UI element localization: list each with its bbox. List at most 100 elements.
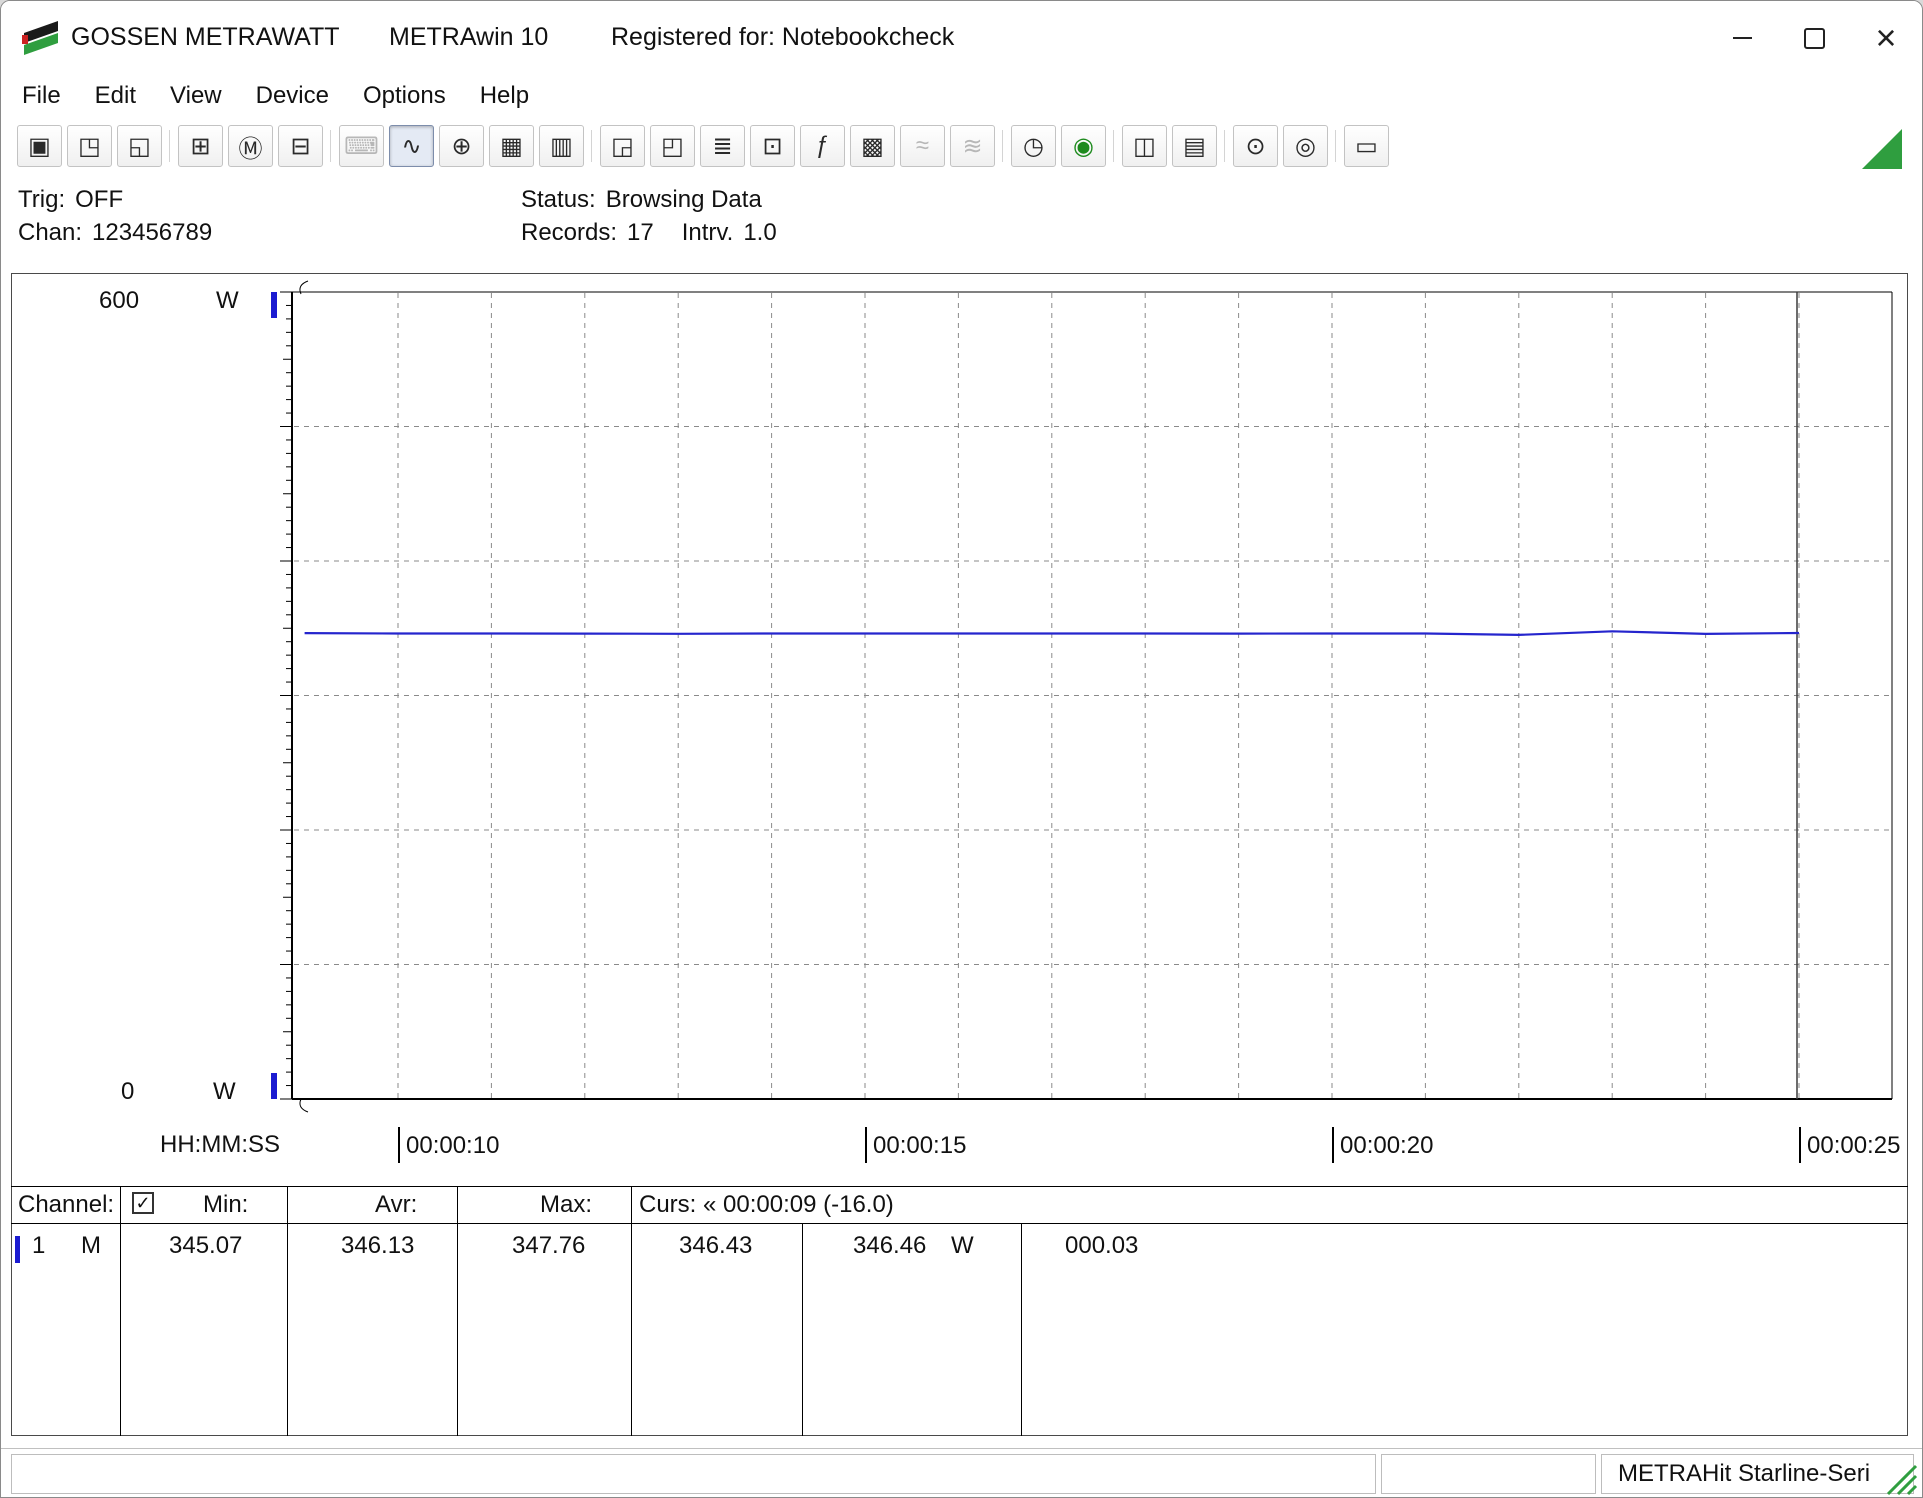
menu-device[interactable]: Device — [256, 82, 329, 110]
hint-labels-button[interactable]: ▭ — [1344, 125, 1389, 167]
channel-visible-checkbox[interactable]: ✓ — [132, 1192, 154, 1214]
xy-chart-icon: ⊕ — [451, 132, 471, 161]
minimize-icon — [1733, 37, 1752, 39]
close-button[interactable]: × — [1850, 1, 1922, 75]
online-monitor-button[interactable]: ⊡ — [750, 125, 795, 167]
calculator-button[interactable]: ▩ — [850, 125, 895, 167]
print-preview-button[interactable]: ◫ — [1122, 125, 1167, 167]
toolbar-group: ▭ — [1344, 125, 1389, 167]
protocol-list-button[interactable]: ≣ — [700, 125, 745, 167]
trig-label: Trig: — [18, 186, 65, 213]
compare-curves-button: ≈ — [900, 125, 945, 167]
title-brand: GOSSEN METRAWATT — [71, 23, 340, 52]
save-as-button[interactable]: ◳ — [67, 125, 112, 167]
trigger-status: Trig:OFF — [18, 186, 123, 214]
toolbar-group: ⊞ Ⓜ ⊟ — [178, 125, 323, 167]
table-divider — [1021, 1224, 1022, 1436]
app-window: GOSSEN METRAWATT METRAwin 10 Registered … — [0, 0, 1923, 1498]
maximize-icon — [1804, 28, 1825, 49]
interval-label: Intrv. — [682, 219, 734, 246]
chart-plot[interactable] — [11, 273, 1908, 1186]
export-window-icon: ⊞ — [190, 132, 210, 161]
channel-color-marker — [15, 1236, 20, 1263]
menu-view[interactable]: View — [170, 82, 222, 110]
toolbar-group: ◷◉ — [1011, 125, 1106, 167]
table-divider — [457, 1186, 458, 1436]
records-status: Records:17Intrv.1.0 — [521, 219, 777, 247]
minimize-button[interactable] — [1706, 1, 1778, 75]
toolbar-group: ⌨ ∿ ⊕ ▦ ▥ — [339, 125, 584, 167]
print-button[interactable]: ▤ — [1172, 125, 1217, 167]
title-app-name: METRAwin 10 — [389, 23, 548, 52]
envelope-curve-button: ≋ — [950, 125, 995, 167]
cell-max-value: 347.76 — [512, 1232, 585, 1260]
device-read-button[interactable]: ◲ — [600, 125, 645, 167]
table-divider — [802, 1224, 803, 1436]
menu-file[interactable]: File — [22, 82, 61, 110]
toolbar-group: ▣ ◳ ◱ — [17, 125, 162, 167]
toolbar-corner-triangle-icon — [1862, 129, 1902, 169]
zoom-window-icon: ◎ — [1295, 132, 1316, 161]
yt-chart-button[interactable]: ∿ — [389, 125, 434, 167]
calculator-icon: ▩ — [861, 132, 884, 161]
status-bar: METRAHit Starline-Seri — [1, 1448, 1922, 1498]
chan-value: 123456789 — [92, 219, 212, 246]
toolbar: ▣◳◱⊞Ⓜ⊟⌨∿⊕▦▥◲◰≣⊡ƒ▩≈≋◷◉◫▤⊙◎▭ — [1, 117, 1923, 175]
zoom-horizontal-button[interactable]: ⊙ — [1233, 125, 1278, 167]
yt-chart-icon: ∿ — [401, 132, 421, 161]
browse-status: Status:Browsing Data — [521, 186, 762, 214]
open-file-button[interactable]: ◱ — [117, 125, 162, 167]
status-label: Status: — [521, 186, 596, 213]
table-divider — [120, 1186, 121, 1436]
menu-edit[interactable]: Edit — [95, 82, 136, 110]
toolbar-separator — [1328, 125, 1344, 167]
compare-curves-icon: ≈ — [916, 132, 929, 160]
export-data-icon: ⊟ — [290, 132, 310, 161]
table-divider — [287, 1186, 288, 1436]
numeric-display-button: ⌨ — [339, 125, 384, 167]
interval-value: 1.0 — [743, 219, 776, 246]
device-config-button[interactable]: ◉ — [1061, 125, 1106, 167]
resize-grip[interactable] — [1882, 1460, 1918, 1496]
save-as-icon: ◳ — [78, 132, 101, 161]
device-write-button[interactable]: ◰ — [650, 125, 695, 167]
toolbar-group: ⊙◎ — [1233, 125, 1328, 167]
save-file-icon: ▣ — [28, 132, 51, 161]
channel-column-header: Channel: — [18, 1191, 114, 1219]
print-preview-icon: ◫ — [1133, 132, 1156, 161]
bar-view-icon: ▥ — [550, 132, 573, 161]
menu-help[interactable]: Help — [480, 82, 529, 110]
menu-options[interactable]: Options — [363, 82, 446, 110]
cell-cursor-a-value: 346.43 — [679, 1232, 752, 1260]
device-write-icon: ◰ — [661, 132, 684, 161]
zoom-window-button[interactable]: ◎ — [1283, 125, 1328, 167]
cell-avr-value: 346.13 — [341, 1232, 414, 1260]
open-file-icon: ◱ — [128, 132, 151, 161]
toolbar-group: ◫▤ — [1122, 125, 1217, 167]
toolbar-separator — [584, 125, 600, 167]
table-view-icon: ▦ — [500, 132, 523, 161]
maximize-button[interactable] — [1778, 1, 1850, 75]
bar-view-button[interactable]: ▥ — [539, 125, 584, 167]
export-window-button[interactable]: ⊞ — [178, 125, 223, 167]
formula-button[interactable]: ƒ — [800, 125, 845, 167]
avr-column-header: Avr: — [375, 1191, 417, 1219]
table-top-line — [11, 1186, 1908, 1187]
meter-clock-button[interactable]: ◷ — [1011, 125, 1056, 167]
toolbar-separator — [1217, 125, 1233, 167]
x-tick-label: 00:00:20 — [1332, 1127, 1433, 1163]
export-data-button[interactable]: ⊟ — [278, 125, 323, 167]
save-file-button[interactable]: ▣ — [17, 125, 62, 167]
toolbar-separator — [323, 125, 339, 167]
statusbar-message-cell — [11, 1454, 1376, 1494]
chan-label: Chan: — [18, 219, 82, 246]
device-config-icon: ◉ — [1073, 132, 1094, 161]
close-icon: × — [1875, 20, 1896, 56]
table-header-line — [11, 1223, 1908, 1224]
cell-delta-value: 000.03 — [1065, 1232, 1138, 1260]
xy-chart-button[interactable]: ⊕ — [439, 125, 484, 167]
zoom-horizontal-icon: ⊙ — [1245, 132, 1265, 161]
memory-card-button[interactable]: Ⓜ — [228, 125, 273, 167]
memory-card-icon: Ⓜ — [239, 129, 263, 164]
table-view-button[interactable]: ▦ — [489, 125, 534, 167]
